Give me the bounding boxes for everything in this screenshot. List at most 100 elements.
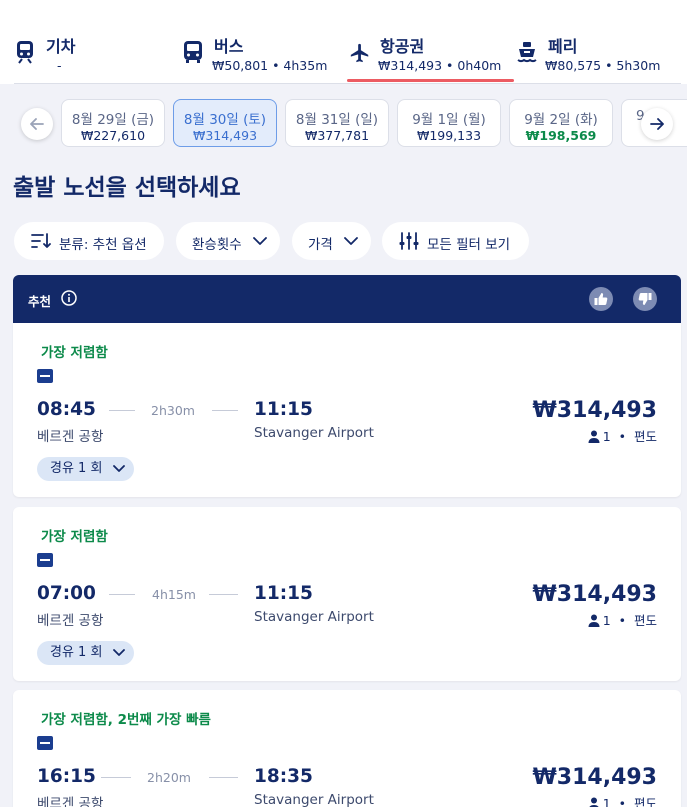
date-option[interactable]: 8월 29일 (금) ₩227,610 (61, 99, 165, 147)
date-label: 9월 2일 (화) (524, 112, 598, 128)
arrival-time: 11:15 (254, 583, 313, 604)
all-filters-button[interactable]: 모든 필터 보기 (382, 222, 529, 260)
transfers-filter-label: 환승횟수 (192, 237, 242, 253)
flight-duration: 2h30m (151, 403, 195, 418)
tab-train-name: 기차 (46, 37, 76, 56)
arrow-left-icon (30, 118, 44, 130)
departure-airport: 베르겐 공항 (37, 613, 104, 629)
arrival-time: 11:15 (254, 399, 313, 420)
departure-airport: 베르겐 공항 (37, 429, 104, 445)
airline-logo (37, 553, 53, 567)
active-tab-indicator (347, 79, 514, 82)
airline-logo (37, 736, 53, 750)
stops-toggle[interactable]: 경유 1 회 (37, 457, 135, 481)
trip-type: 편도 (633, 796, 657, 807)
date-option-selected[interactable]: 8월 30일 (토) ₩314,493 (173, 99, 277, 147)
result-price: ₩314,493 (532, 582, 657, 607)
date-label: 9월 1일 (월) (412, 112, 486, 128)
all-filters-label: 모든 필터 보기 (427, 237, 511, 253)
thumbs-up-button[interactable] (589, 287, 613, 311)
passenger-count: 1 (602, 429, 611, 444)
page-title: 출발 노선을 선택하세요 (13, 175, 241, 201)
stops-label: 경유 1 회 (50, 645, 103, 660)
date-price: ₩227,610 (80, 128, 146, 143)
passenger-count: 1 (602, 796, 611, 807)
person-icon (588, 614, 600, 627)
airplane-icon (350, 43, 369, 63)
flight-result-card[interactable]: 가장 저렴함, 2번째 가장 빠름 16:15 2h20m 18:35 베르겐 … (13, 690, 681, 807)
flight-result-card[interactable]: 가장 저렴함 08:45 2h30m 11:15 베르겐 공항 Stavange… (13, 323, 681, 497)
date-price: ₩199,133 (416, 128, 482, 143)
arrow-right-icon (650, 118, 664, 130)
price-filter-label: 가격 (308, 237, 333, 253)
thumbs-down-icon (638, 293, 652, 305)
date-option[interactable]: 9월 1일 (월) ₩199,133 (397, 99, 501, 147)
tab-bus[interactable]: 버스 ₩50,801 • 4h35m (182, 0, 342, 84)
tab-train[interactable]: 기차 - (14, 0, 174, 84)
date-label: 8월 31일 (일) (295, 112, 379, 128)
train-icon (17, 41, 33, 64)
duration-line (109, 410, 135, 411)
tab-ferry[interactable]: 페리 ₩80,575 • 5h30m (516, 0, 676, 84)
person-icon (588, 430, 600, 443)
tab-flights[interactable]: 항공권 ₩314,493 • 0h40m (347, 0, 514, 84)
result-price: ₩314,493 (532, 765, 657, 790)
sort-icon (31, 233, 51, 248)
departure-time: 16:15 (37, 766, 96, 787)
travel-mode-tabs: 기차 - 버스 ₩50,801 • 4h35m 항공권 ₩314,493 • 0… (0, 0, 687, 84)
chevron-down-icon (113, 465, 126, 472)
thumbs-up-icon (594, 293, 608, 305)
chevron-down-icon (344, 237, 358, 245)
ferry-icon (517, 42, 537, 63)
passenger-count: 1 (602, 613, 611, 628)
chevron-down-icon (253, 237, 267, 245)
date-price: ₩314,493 (192, 128, 258, 143)
thumbs-down-button[interactable] (633, 287, 657, 311)
tab-train-meta: - (57, 58, 62, 73)
trip-type: 편도 (633, 613, 657, 628)
tab-ferry-meta: ₩80,575 • 5h30m (545, 58, 661, 73)
duration-line (101, 777, 131, 778)
sort-filter-button[interactable]: 분류: 추천 옵션 (14, 222, 164, 260)
passenger-info: 1 • 편도 (588, 426, 657, 445)
tab-flights-meta: ₩314,493 • 0h40m (378, 58, 502, 73)
arrival-time: 18:35 (254, 766, 313, 787)
duration-line (209, 594, 238, 595)
bus-icon (184, 41, 202, 63)
arrival-airport: Stavanger Airport (254, 425, 374, 441)
price-filter-dropdown[interactable]: 가격 (292, 222, 371, 260)
result-tag: 가장 저렴함 (41, 529, 108, 545)
flight-duration: 2h20m (147, 770, 191, 785)
duration-line (209, 777, 238, 778)
duration-line (109, 594, 135, 595)
tab-bus-name: 버스 (214, 37, 244, 56)
result-tag: 가장 저렴함 (41, 345, 108, 361)
sliders-icon (399, 232, 419, 250)
transfers-filter-dropdown[interactable]: 환승횟수 (176, 222, 280, 260)
flight-duration: 4h15m (152, 587, 196, 602)
result-price: ₩314,493 (532, 398, 657, 423)
recommended-header: 추천 (13, 275, 681, 323)
prev-dates-button[interactable] (21, 108, 53, 140)
tab-flights-name: 항공권 (380, 37, 425, 56)
stops-label: 경유 1 회 (50, 461, 103, 476)
date-option[interactable]: 9월 2일 (화) ₩198,569 (509, 99, 613, 147)
passenger-info: 1 • 편도 (588, 793, 657, 807)
departure-time: 08:45 (37, 399, 96, 420)
trip-type: 편도 (633, 429, 657, 444)
passenger-info: 1 • 편도 (588, 610, 657, 629)
sort-filter-label: 분류: 추천 옵션 (59, 237, 147, 253)
date-option[interactable]: 8월 31일 (일) ₩377,781 (285, 99, 389, 147)
flight-result-card[interactable]: 가장 저렴함 07:00 4h15m 11:15 베르겐 공항 Stavange… (13, 507, 681, 681)
departure-airport: 베르겐 공항 (37, 796, 104, 807)
recommended-label: 추천 (28, 294, 52, 309)
tab-ferry-name: 페리 (548, 37, 578, 56)
departure-time: 07:00 (37, 583, 96, 604)
duration-line (212, 410, 238, 411)
tab-bus-meta: ₩50,801 • 4h35m (212, 58, 328, 73)
result-tag: 가장 저렴함, 2번째 가장 빠름 (41, 712, 211, 728)
next-dates-button[interactable] (641, 108, 673, 140)
stops-toggle[interactable]: 경유 1 회 (37, 641, 135, 665)
date-price: ₩198,569 (525, 128, 597, 143)
info-icon[interactable] (61, 290, 77, 306)
